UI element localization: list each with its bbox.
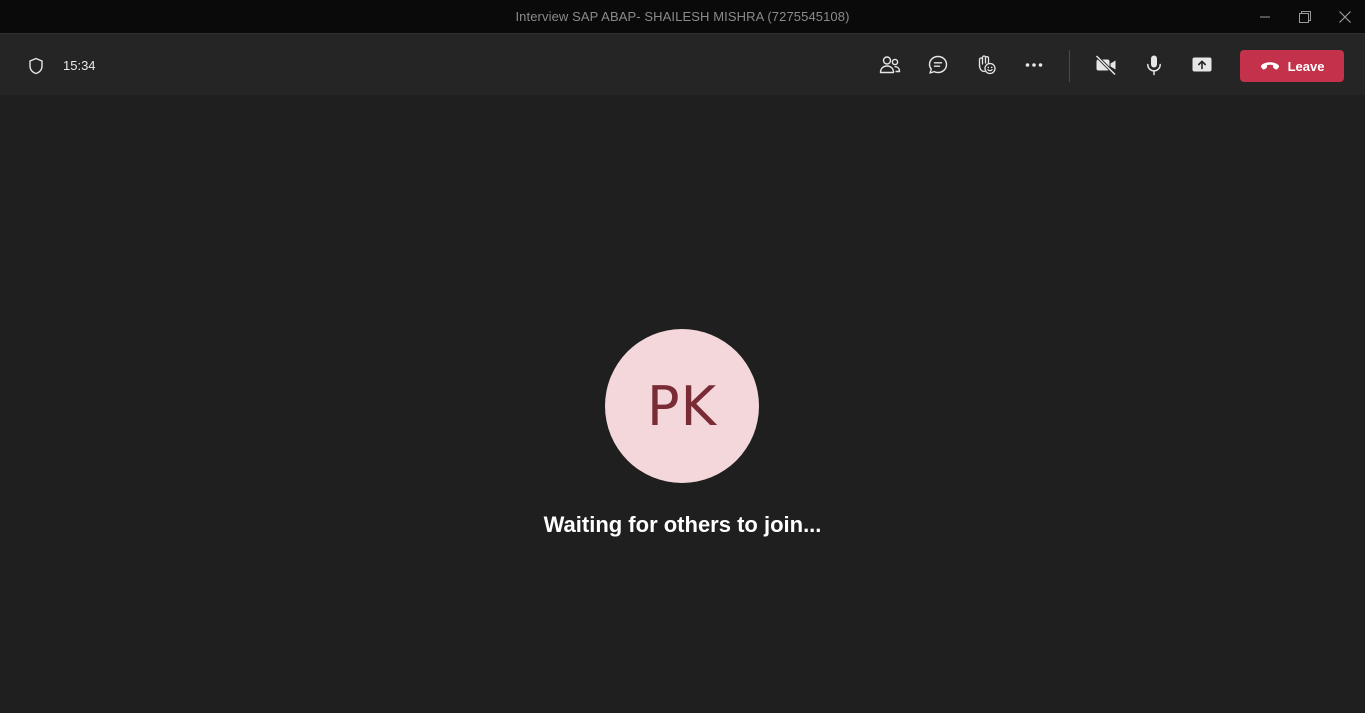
leave-button-label: Leave (1287, 58, 1325, 74)
leave-button[interactable]: Leave (1240, 50, 1344, 82)
reactions-icon (978, 55, 996, 75)
meeting-stage: PK Waiting for others to join... (0, 95, 1365, 713)
minimize-button[interactable] (1245, 0, 1285, 33)
meeting-timer: 15:34 (63, 58, 96, 73)
participants-icon (879, 56, 901, 74)
camera-toggle-button[interactable] (1090, 49, 1122, 81)
microphone-toggle-button[interactable] (1138, 49, 1170, 81)
shield-icon (29, 57, 43, 75)
restore-button[interactable] (1285, 0, 1325, 33)
chat-button[interactable] (922, 49, 954, 81)
meeting-toolbar: 15:34 Leave (0, 33, 1365, 95)
hang-up-icon (1260, 62, 1279, 70)
participants-button[interactable] (874, 49, 906, 81)
toolbar-divider (1069, 50, 1070, 82)
more-actions-button[interactable] (1018, 49, 1050, 81)
title-bar: Interview SAP ABAP- SHAILESH MISHRA (727… (0, 0, 1365, 33)
avatar-initials: PK (647, 374, 717, 438)
close-icon (1339, 10, 1351, 23)
camera-off-icon (1095, 54, 1117, 76)
window-title: Interview SAP ABAP- SHAILESH MISHRA (727… (515, 9, 850, 24)
share-screen-button[interactable] (1186, 49, 1218, 81)
share-screen-icon (1192, 57, 1212, 72)
close-button[interactable] (1325, 0, 1365, 33)
minimize-icon (1260, 16, 1270, 17)
restore-icon (1299, 10, 1311, 23)
meeting-security-button[interactable] (26, 56, 46, 76)
reactions-button[interactable] (970, 49, 1002, 81)
avatar: PK (605, 329, 759, 483)
waiting-status-text: Waiting for others to join... (543, 512, 822, 537)
more-icon (1025, 63, 1043, 67)
window-controls (1245, 0, 1365, 33)
chat-icon (928, 55, 948, 74)
microphone-icon (1147, 55, 1161, 76)
